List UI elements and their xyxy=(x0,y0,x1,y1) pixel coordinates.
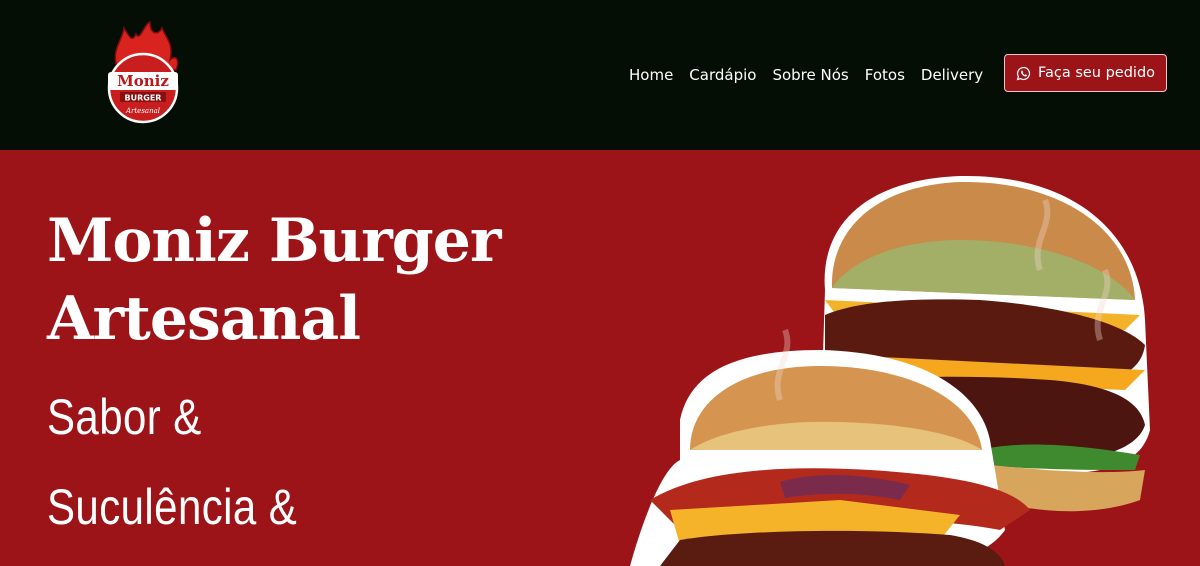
whatsapp-icon xyxy=(1016,66,1031,80)
hero-title-line-2: Artesanal xyxy=(47,284,361,354)
site-header: Moniz BURGER Artesanal Home Cardápio Sob… xyxy=(0,0,1200,150)
hero-title: Moniz Burger Artesanal xyxy=(47,202,607,358)
nav-item-sobre: Sobre Nós xyxy=(772,64,848,86)
order-button-label: Faça seu pedido xyxy=(1037,65,1156,81)
hero-subtitle-line-2: Suculência & xyxy=(47,479,298,535)
burger-photo xyxy=(630,175,1150,566)
nav-item-home: Home xyxy=(629,64,673,86)
hero-section: Moniz Burger Artesanal Sabor & Suculênci… xyxy=(0,150,1200,566)
nav-link-delivery[interactable]: Delivery xyxy=(921,66,983,84)
main-nav: Home Cardápio Sobre Nós Fotos Delivery xyxy=(629,64,999,86)
logo-text-3: Artesanal xyxy=(125,107,160,115)
nav-link-cardapio[interactable]: Cardápio xyxy=(689,66,756,84)
nav-link-home[interactable]: Home xyxy=(629,66,673,84)
logo-text-1: Moniz xyxy=(117,72,169,90)
nav-item-cardapio: Cardápio xyxy=(689,64,756,86)
logo-text-2: BURGER xyxy=(125,94,162,103)
hero-subtitle-line-1: Sabor & xyxy=(47,389,202,445)
order-button[interactable]: Faça seu pedido xyxy=(1004,54,1167,92)
nav-item-delivery: Delivery xyxy=(921,64,983,86)
hero-title-line-1: Moniz Burger xyxy=(47,206,502,276)
nav-link-fotos[interactable]: Fotos xyxy=(865,66,905,84)
brand-logo[interactable]: Moniz BURGER Artesanal xyxy=(100,20,186,124)
nav-link-sobre[interactable]: Sobre Nós xyxy=(772,66,848,84)
nav-item-fotos: Fotos xyxy=(865,64,905,86)
